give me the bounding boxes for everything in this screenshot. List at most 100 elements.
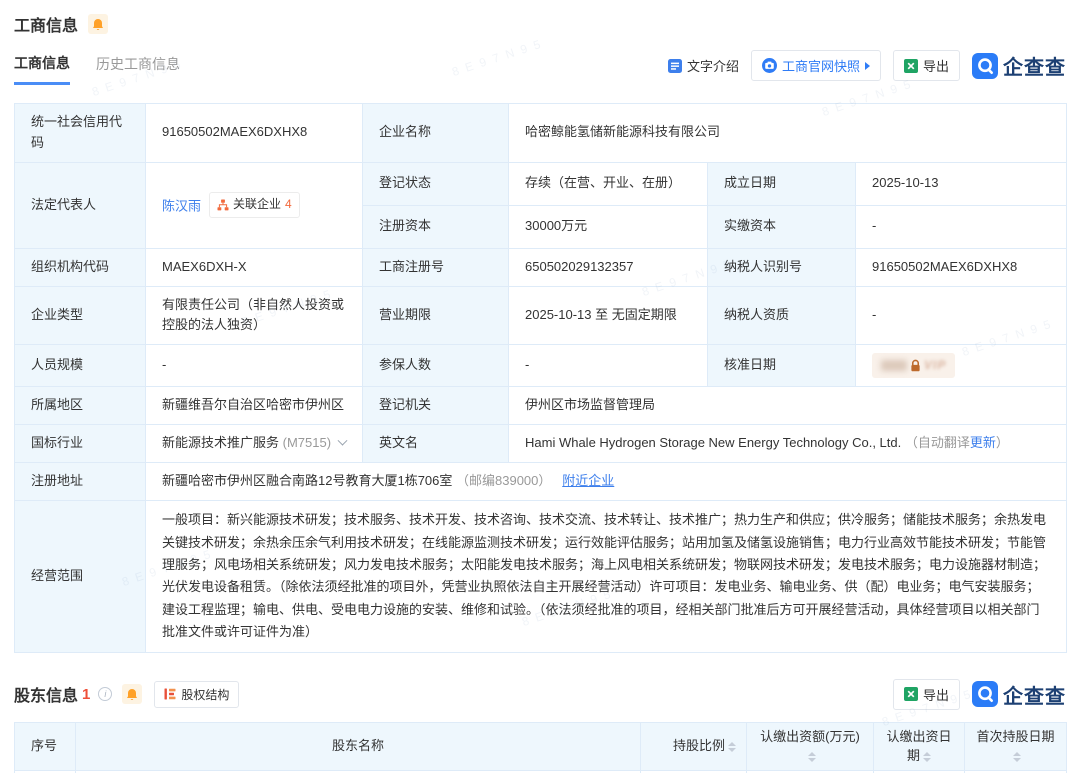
value-est-date: 2025-10-13 xyxy=(856,162,1067,205)
qcc-logo-text: 企查查 xyxy=(1003,680,1066,709)
monitor-bell-icon[interactable] xyxy=(122,684,142,704)
shareholders-title: 股东信息 xyxy=(14,682,78,706)
label-reg-status: 登记状态 xyxy=(363,162,509,205)
en-name-text: Hami Whale Hydrogen Storage New Energy T… xyxy=(525,435,901,450)
col-subscribed-amount-label: 认缴出资额(万元) xyxy=(760,729,860,744)
col-ratio[interactable]: 持股比例 xyxy=(641,722,747,770)
qcc-logo[interactable]: 企查查 xyxy=(972,680,1066,709)
excel-icon xyxy=(904,687,918,701)
value-insured-count: - xyxy=(509,345,708,387)
value-legal-rep: 陈汉雨关联企业4 xyxy=(146,162,363,248)
label-reg-capital: 注册资本 xyxy=(363,205,509,248)
label-credit-code: 统一社会信用代码 xyxy=(15,104,146,163)
legal-rep-link[interactable]: 陈汉雨 xyxy=(162,199,201,214)
export-button[interactable]: 导出 xyxy=(893,679,960,710)
update-translation-link[interactable]: 更新 xyxy=(970,435,996,450)
label-reg-authority: 登记机关 xyxy=(363,387,509,425)
col-first-holding-date-label: 首次持股日期 xyxy=(976,729,1054,744)
label-taxpayer-qual: 纳税人资质 xyxy=(708,286,856,345)
sort-icon xyxy=(1013,752,1021,762)
page: 8E97N95 8E97N95 8E97N95 8E97N95 8E97N95 … xyxy=(0,0,1080,773)
value-company-name: 哈密鲸能氢储新能源科技有限公司 xyxy=(509,104,1067,163)
nearby-companies-link[interactable]: 附近企业 xyxy=(562,473,614,488)
snapshot-label: 工商官网快照 xyxy=(782,56,860,75)
arrow-right-icon xyxy=(865,62,870,70)
bell-icon xyxy=(126,688,138,701)
en-name-note: （自动翻译 xyxy=(905,435,970,450)
vip-locked-value[interactable]: VIP xyxy=(872,353,955,378)
bell-icon xyxy=(92,18,104,31)
excel-icon xyxy=(904,59,918,73)
label-legal-rep: 法定代表人 xyxy=(15,162,146,248)
export-button[interactable]: 导出 xyxy=(893,50,960,81)
label-address: 注册地址 xyxy=(15,463,146,501)
sort-icon xyxy=(923,752,931,762)
label-taxpayer-id: 纳税人识别号 xyxy=(708,248,856,286)
text-doc-icon xyxy=(668,59,682,73)
label-business-scope: 经营范围 xyxy=(15,501,146,652)
equity-tree-icon xyxy=(164,688,176,700)
value-approval-date: VIP xyxy=(856,345,1067,387)
official-snapshot-button[interactable]: 工商官网快照 xyxy=(751,50,881,81)
info-icon[interactable]: i xyxy=(98,687,112,701)
label-company-name: 企业名称 xyxy=(363,104,509,163)
export-label: 导出 xyxy=(923,685,949,704)
tab-business-info[interactable]: 工商信息 xyxy=(14,53,70,85)
shareholders-count: 1 xyxy=(82,686,90,703)
value-reg-capital: 30000万元 xyxy=(509,205,708,248)
business-info-table: 统一社会信用代码 91650502MAEX6DXHX8 企业名称 哈密鲸能氢储新… xyxy=(14,103,1067,653)
value-staff-size: - xyxy=(146,345,363,387)
sort-icon xyxy=(728,742,736,752)
col-index: 序号 xyxy=(15,722,76,770)
value-taxpayer-qual: - xyxy=(856,286,1067,345)
value-en-name: Hami Whale Hydrogen Storage New Energy T… xyxy=(509,425,1067,463)
address-zip: （邮编839000） xyxy=(456,473,551,488)
page-title: 工商信息 xyxy=(14,12,78,36)
export-label: 导出 xyxy=(923,56,949,75)
monitor-bell-icon[interactable] xyxy=(88,14,108,34)
text-intro-label: 文字介绍 xyxy=(687,56,739,75)
qcc-logo[interactable]: 企查查 xyxy=(972,51,1066,80)
qcc-logo-icon xyxy=(972,53,998,79)
value-reg-no: 650502029132357 xyxy=(509,248,708,286)
label-en-name: 英文名 xyxy=(363,425,509,463)
equity-structure-button[interactable]: 股权结构 xyxy=(154,681,239,708)
equity-structure-label: 股权结构 xyxy=(181,686,229,703)
qcc-logo-text: 企查查 xyxy=(1003,51,1066,80)
lock-icon xyxy=(910,359,921,372)
industry-code: (M7515) xyxy=(283,435,331,450)
org-chart-icon xyxy=(217,199,229,211)
value-taxpayer-id: 91650502MAEX6DXHX8 xyxy=(856,248,1067,286)
sort-icon xyxy=(808,752,816,762)
camera-icon xyxy=(762,58,777,73)
label-company-type: 企业类型 xyxy=(15,286,146,345)
value-industry: 新能源技术推广服务 (M7515) xyxy=(146,425,363,463)
col-ratio-label: 持股比例 xyxy=(673,738,725,753)
label-insured-count: 参保人数 xyxy=(363,345,509,387)
value-org-code: MAEX6DXH-X xyxy=(146,248,363,286)
related-companies-label: 关联企业 xyxy=(233,195,281,214)
col-subscribed-date-label: 认缴出资日期 xyxy=(886,729,951,764)
value-paid-capital: - xyxy=(856,205,1067,248)
col-first-holding-date[interactable]: 首次持股日期 xyxy=(965,722,1067,770)
label-approval-date: 核准日期 xyxy=(708,345,856,387)
shareholders-table: 序号 股东名称 持股比例 认缴出资额(万元) 认缴出资日期 首次持股日期 1 +… xyxy=(14,722,1067,773)
value-reg-status: 存续（在营、开业、在册） xyxy=(509,162,708,205)
col-shareholder-name: 股东名称 xyxy=(76,722,641,770)
label-reg-no: 工商注册号 xyxy=(363,248,509,286)
text-intro-button[interactable]: 文字介绍 xyxy=(668,56,739,75)
related-companies-badge[interactable]: 关联企业4 xyxy=(209,192,300,217)
col-subscribed-date[interactable]: 认缴出资日期 xyxy=(874,722,965,770)
label-est-date: 成立日期 xyxy=(708,162,856,205)
value-credit-code: 91650502MAEX6DXHX8 xyxy=(146,104,363,163)
col-subscribed-amount[interactable]: 认缴出资额(万元) xyxy=(747,722,874,770)
label-region: 所属地区 xyxy=(15,387,146,425)
industry-name: 新能源技术推广服务 xyxy=(162,435,279,450)
qcc-logo-icon xyxy=(972,681,998,707)
address-text: 新疆哈密市伊州区融合南路12号教育大厦1栋706室 xyxy=(162,473,452,488)
value-region: 新疆维吾尔自治区哈密市伊州区 xyxy=(146,387,363,425)
chevron-down-icon[interactable] xyxy=(337,436,347,446)
tab-history-business-info[interactable]: 历史工商信息 xyxy=(96,54,180,83)
label-staff-size: 人员规模 xyxy=(15,345,146,387)
value-business-scope: 一般项目：新兴能源技术研发；技术服务、技术开发、技术咨询、技术交流、技术转让、技… xyxy=(146,501,1067,652)
